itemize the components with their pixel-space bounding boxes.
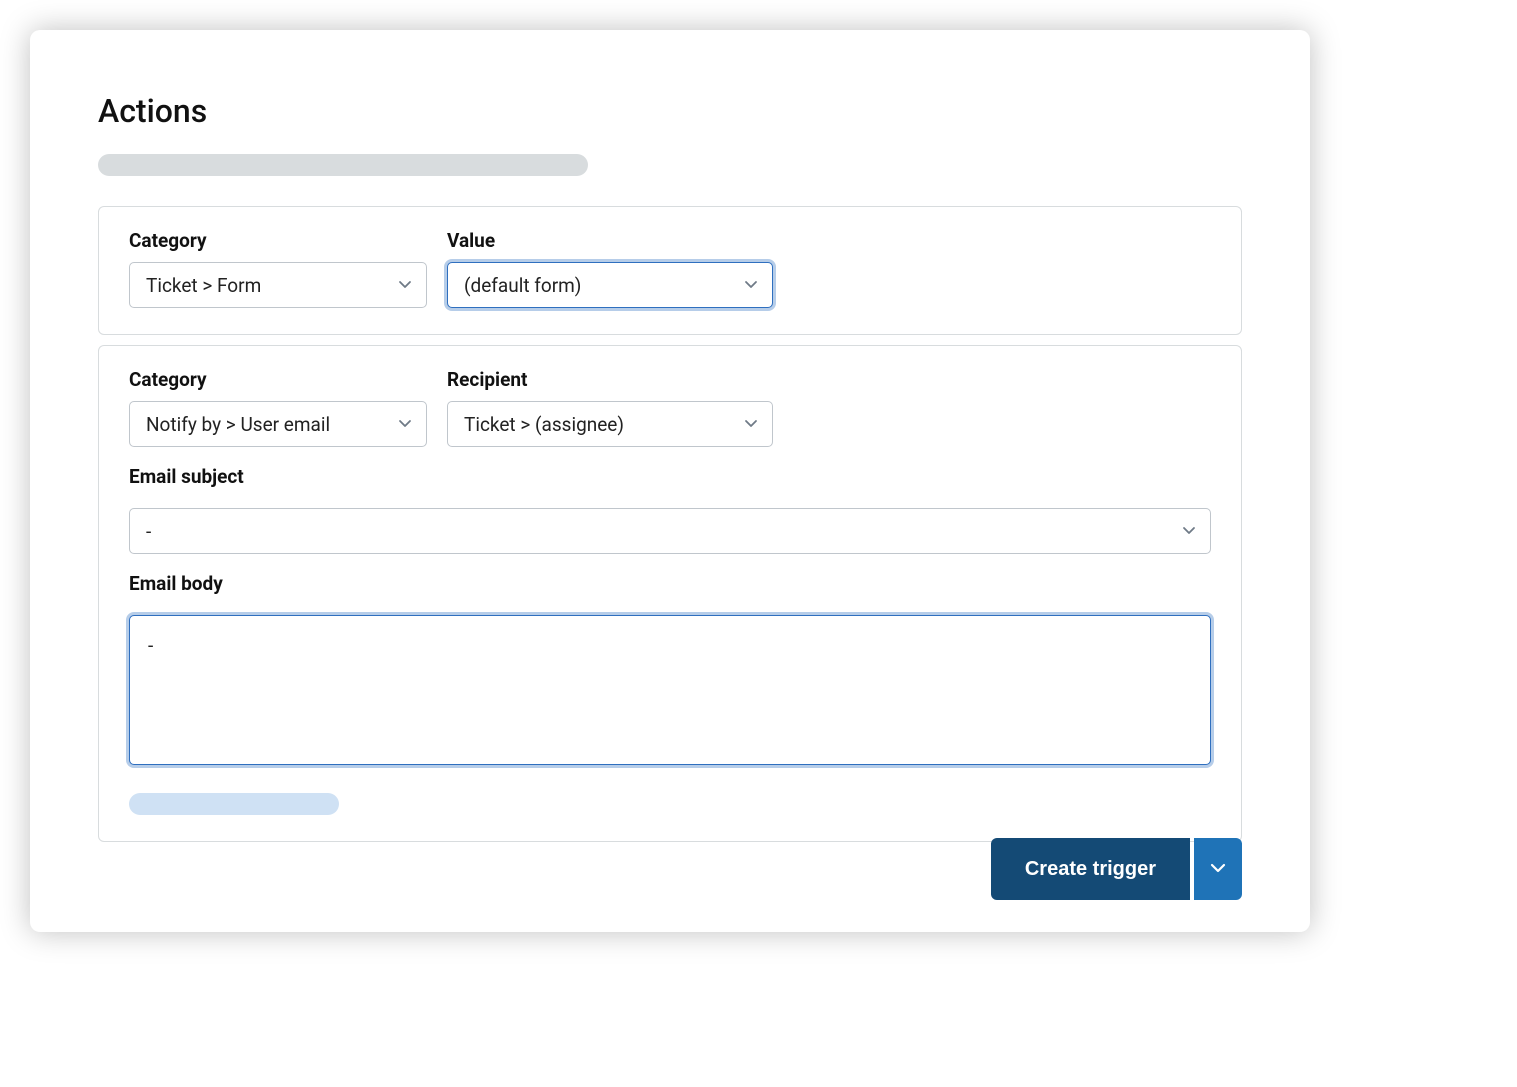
footer-actions: Create trigger [991,838,1242,900]
recipient-label: Recipient [447,368,773,391]
select-value: Ticket > Form [146,274,261,297]
chevron-down-icon [1208,858,1228,881]
actions-panel: Actions Category Ticket > Form Value [30,30,1310,932]
select-value: - [146,520,151,543]
email-subject-label: Email subject [129,465,1211,488]
recipient-select[interactable]: Ticket > (assignee) [447,401,773,447]
chevron-down-icon [398,413,412,436]
email-body-input[interactable] [129,615,1211,765]
category-select[interactable]: Notify by > User email [129,401,427,447]
category-select[interactable]: Ticket > Form [129,262,427,308]
button-label: Create trigger [1025,858,1156,881]
chevron-down-icon [1182,520,1196,543]
select-value: Notify by > User email [146,413,330,436]
chevron-down-icon [398,274,412,297]
category-label: Category [129,368,427,391]
subtitle-placeholder [98,154,588,176]
value-label: Value [447,229,773,252]
value-select[interactable]: (default form) [447,262,773,308]
chevron-down-icon [744,413,758,436]
create-trigger-dropdown-button[interactable] [1194,838,1242,900]
page-title: Actions [98,92,1242,130]
chevron-down-icon [744,274,758,297]
select-value: Ticket > (assignee) [464,413,624,436]
select-value: (default form) [464,274,581,297]
category-label: Category [129,229,427,252]
attachment-placeholder [129,793,339,815]
email-subject-select[interactable]: - [129,508,1211,554]
email-body-label: Email body [129,572,1211,595]
action-card: Category Notify by > User email Recipien… [98,345,1242,842]
action-card: Category Ticket > Form Value (default fo… [98,206,1242,335]
create-trigger-button[interactable]: Create trigger [991,838,1190,900]
